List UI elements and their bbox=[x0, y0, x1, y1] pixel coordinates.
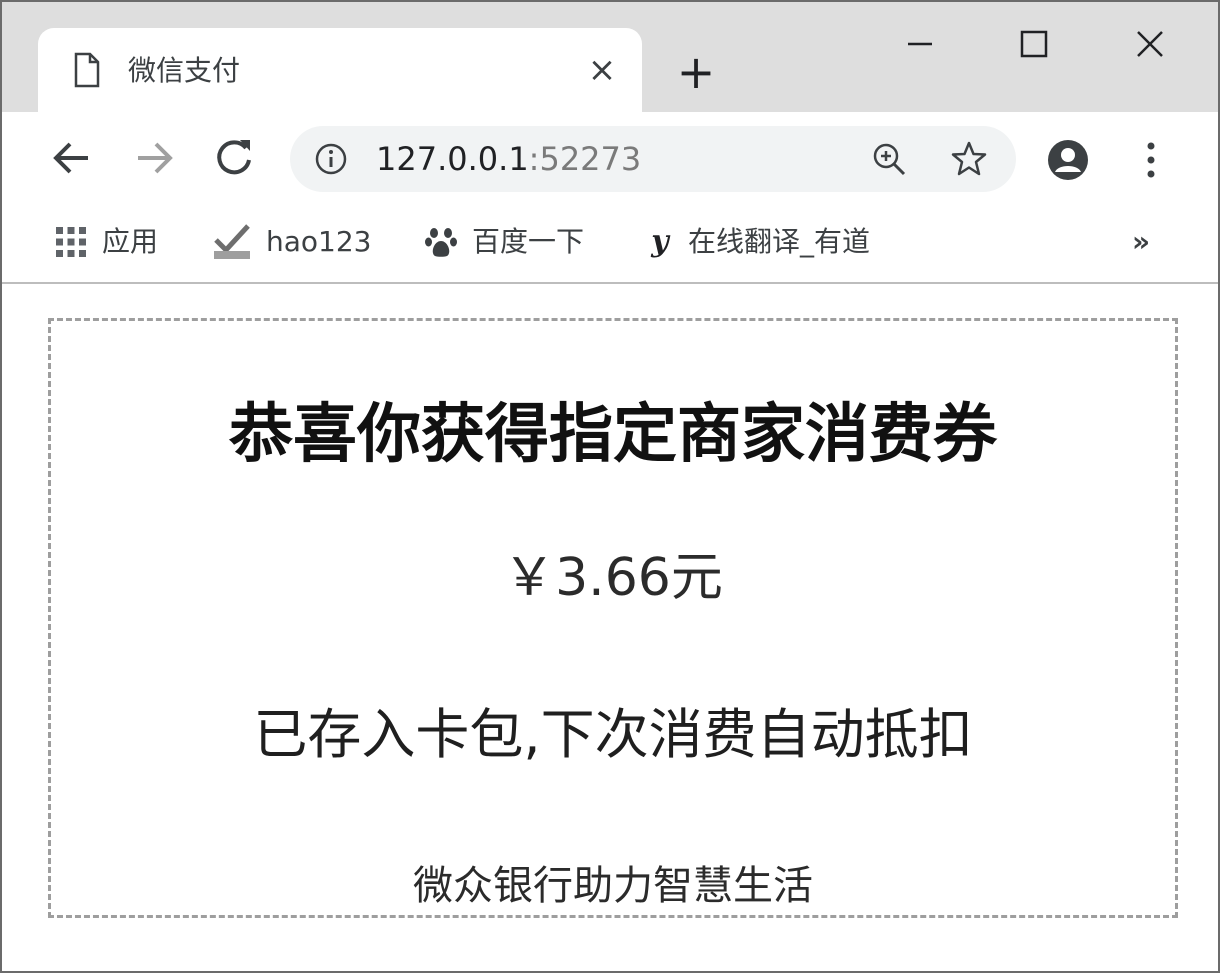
info-icon[interactable] bbox=[314, 142, 348, 176]
url-text[interactable]: 127.0.0.1:52273 bbox=[376, 140, 641, 178]
page-content: 恭喜你获得指定商家消费券 ￥3.66元 已存入卡包,下次消费自动抵扣 微众银行助… bbox=[2, 284, 1218, 971]
tab-close-button[interactable]: × bbox=[582, 50, 622, 90]
bookmark-hao123[interactable]: hao123 bbox=[212, 224, 371, 260]
back-arrow-icon[interactable] bbox=[48, 134, 96, 182]
minimize-icon[interactable] bbox=[892, 22, 948, 66]
coupon-headline: 恭喜你获得指定商家消费券 bbox=[229, 398, 997, 472]
youdao-logo-icon: y bbox=[651, 224, 669, 259]
profile-avatar-icon[interactable] bbox=[1046, 138, 1090, 182]
reload-icon[interactable] bbox=[210, 134, 258, 182]
coupon-card: 恭喜你获得指定商家消费券 ￥3.66元 已存入卡包,下次消费自动抵扣 微众银行助… bbox=[48, 318, 1178, 918]
url-host: 127.0.0.1 bbox=[376, 140, 529, 178]
bookmark-apps[interactable]: 应用 bbox=[54, 224, 158, 260]
bookmark-youdao[interactable]: y 在线翻译_有道 bbox=[646, 224, 870, 260]
url-port: :52273 bbox=[528, 140, 642, 178]
browser-window: 微信支付 × + 127.0.0.1:52273 应用 hao123 百度一下 … bbox=[0, 0, 1220, 973]
address-bar[interactable]: 127.0.0.1:52273 bbox=[290, 126, 1016, 192]
tab-strip: 微信支付 × + bbox=[2, 2, 1218, 114]
document-icon bbox=[74, 52, 100, 88]
tab-wechat-pay[interactable]: 微信支付 × bbox=[38, 28, 642, 114]
bookmark-label: hao123 bbox=[266, 225, 372, 258]
coupon-slogan: 微众银行助力智慧生活 bbox=[413, 863, 813, 909]
maximize-icon[interactable] bbox=[1006, 22, 1062, 66]
bookmark-label: 应用 bbox=[102, 225, 159, 258]
kebab-menu-icon[interactable] bbox=[1136, 138, 1166, 182]
new-tab-button[interactable]: + bbox=[674, 49, 718, 95]
forward-arrow-icon[interactable] bbox=[130, 134, 178, 182]
bookmark-baidu[interactable]: 百度一下 bbox=[424, 224, 584, 260]
zoom-in-icon[interactable] bbox=[870, 140, 908, 178]
baidu-paw-icon bbox=[425, 228, 457, 257]
bookmark-star-icon[interactable] bbox=[950, 140, 988, 178]
bookmarks-overflow-button[interactable]: » bbox=[1132, 224, 1150, 260]
coupon-notice: 已存入卡包,下次消费自动抵扣 bbox=[253, 703, 973, 766]
bookmark-label: 百度一下 bbox=[472, 225, 585, 258]
apps-grid-icon bbox=[56, 227, 86, 257]
tab-title: 微信支付 bbox=[128, 54, 241, 87]
browser-toolbar: 127.0.0.1:52273 bbox=[2, 112, 1218, 206]
window-close-icon[interactable] bbox=[1122, 22, 1178, 66]
bookmark-label: 在线翻译_有道 bbox=[688, 225, 871, 258]
bookmarks-bar: 应用 hao123 百度一下 y 在线翻译_有道 » bbox=[2, 206, 1218, 284]
coupon-amount: ￥3.66元 bbox=[503, 548, 723, 608]
hao123-logo-icon bbox=[214, 224, 250, 259]
